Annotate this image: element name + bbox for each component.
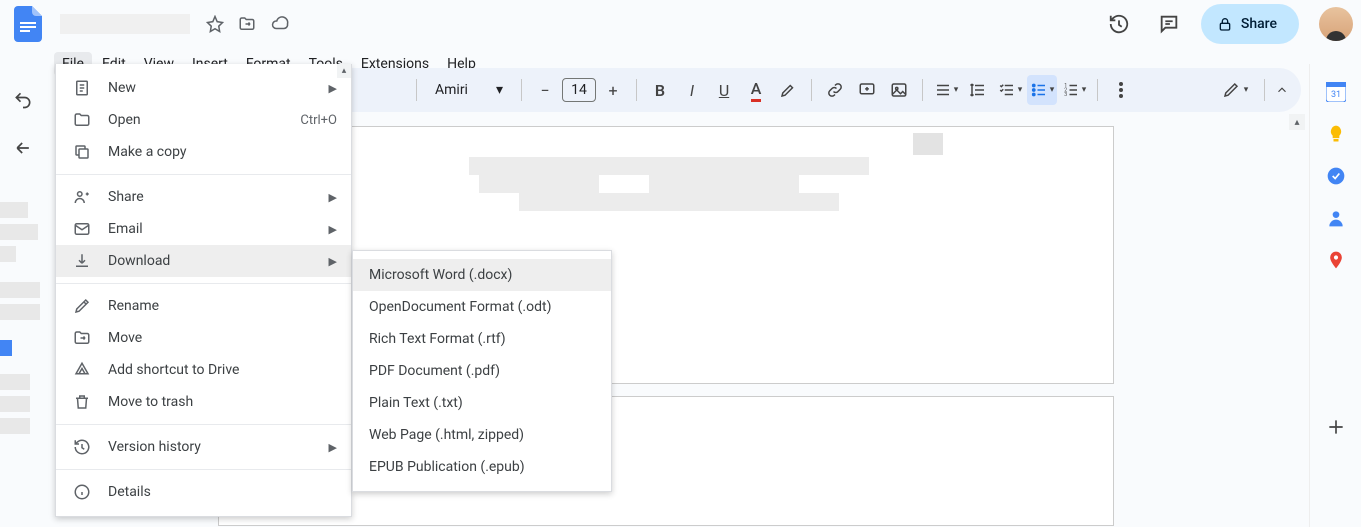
- cloud-icon[interactable]: [270, 15, 290, 33]
- highlight-button[interactable]: [773, 75, 803, 105]
- menu-label: Email: [108, 221, 143, 237]
- docs-logo[interactable]: [8, 4, 48, 44]
- font-size-input[interactable]: 14: [562, 78, 596, 102]
- maps-app-icon[interactable]: [1326, 250, 1346, 270]
- share-button[interactable]: Share: [1201, 4, 1299, 44]
- image-button[interactable]: [884, 75, 914, 105]
- tasks-app-icon[interactable]: [1326, 166, 1346, 186]
- keep-app-icon[interactable]: [1326, 124, 1346, 144]
- side-panel: 31: [1309, 64, 1361, 527]
- history-icon: [72, 438, 92, 456]
- menu-label: Make a copy: [108, 144, 187, 160]
- download-icon: [72, 252, 92, 270]
- link-button[interactable]: [820, 75, 850, 105]
- lock-icon: [1217, 16, 1233, 32]
- back-button[interactable]: [5, 130, 41, 166]
- rename-icon: [72, 297, 92, 315]
- submenu-arrow-icon: ▶: [329, 255, 337, 268]
- shortcut-label: Ctrl+O: [300, 113, 337, 128]
- share-label: Share: [1241, 16, 1277, 32]
- submenu-item-odt[interactable]: OpenDocument Format (.odt): [353, 291, 611, 323]
- drive-shortcut-icon: [72, 361, 92, 379]
- menu-item-details[interactable]: Details: [56, 476, 351, 508]
- more-button[interactable]: [1106, 75, 1136, 105]
- folder-icon: [72, 111, 92, 129]
- menu-label: Download: [108, 253, 170, 269]
- editing-mode-button[interactable]: ▾: [1220, 75, 1250, 105]
- menu-label: Rename: [108, 298, 159, 314]
- underline-button[interactable]: U: [709, 75, 739, 105]
- align-button[interactable]: ▾: [931, 75, 961, 105]
- menu-item-share[interactable]: Share ▶: [56, 181, 351, 213]
- svg-text:3: 3: [1064, 92, 1067, 98]
- undo-button[interactable]: [5, 82, 41, 118]
- scroll-up-button[interactable]: ▴: [1289, 114, 1305, 130]
- info-icon: [72, 483, 92, 501]
- add-addon-button[interactable]: [1326, 417, 1346, 437]
- increase-font-icon[interactable]: +: [598, 75, 628, 105]
- copy-icon: [72, 143, 92, 161]
- menu-item-email[interactable]: Email ▶: [56, 213, 351, 245]
- menu-label: Share: [108, 189, 144, 205]
- email-icon: [72, 220, 92, 238]
- menu-label: Move to trash: [108, 394, 193, 410]
- outline-stubs: [0, 196, 40, 440]
- menu-label: New: [108, 80, 136, 96]
- submenu-item-txt[interactable]: Plain Text (.txt): [353, 387, 611, 419]
- collapse-toolbar-button[interactable]: [1264, 79, 1289, 101]
- submenu-item-html[interactable]: Web Page (.html, zipped): [353, 419, 611, 451]
- submenu-arrow-icon: ▶: [329, 191, 337, 204]
- menu-item-new[interactable]: New ▶: [56, 72, 351, 104]
- font-select[interactable]: Amiri ▾: [425, 82, 513, 98]
- decrease-font-icon[interactable]: −: [530, 75, 560, 105]
- menu-item-rename[interactable]: Rename: [56, 290, 351, 322]
- new-doc-icon: [72, 79, 92, 97]
- checklist-button[interactable]: ▾: [995, 75, 1025, 105]
- menu-item-make-copy[interactable]: Make a copy: [56, 136, 351, 168]
- menu-label: Details: [108, 484, 151, 500]
- bullet-list-button[interactable]: ▾: [1027, 75, 1057, 105]
- menu-item-add-shortcut[interactable]: Add shortcut to Drive: [56, 354, 351, 386]
- font-name: Amiri: [435, 82, 468, 98]
- share-people-icon: [72, 188, 92, 206]
- trash-icon: [72, 393, 92, 411]
- file-menu-dropdown: ▴ New ▶ Open Ctrl+O Make a copy Share ▶ …: [55, 64, 352, 517]
- menu-item-move-trash[interactable]: Move to trash: [56, 386, 351, 418]
- contacts-app-icon[interactable]: [1326, 208, 1346, 228]
- comments-icon[interactable]: [1151, 6, 1187, 42]
- submenu-item-epub[interactable]: EPUB Publication (.epub): [353, 451, 611, 483]
- menu-item-open[interactable]: Open Ctrl+O: [56, 104, 351, 136]
- submenu-item-rtf[interactable]: Rich Text Format (.rtf): [353, 323, 611, 355]
- history-icon[interactable]: [1101, 6, 1137, 42]
- menu-label: Add shortcut to Drive: [108, 362, 239, 378]
- submenu-arrow-icon: ▶: [329, 82, 337, 95]
- chevron-down-icon: ▾: [496, 82, 503, 98]
- menu-item-move[interactable]: Move: [56, 322, 351, 354]
- menu-label: Open: [108, 112, 141, 128]
- move-icon: [72, 329, 92, 347]
- submenu-item-pdf[interactable]: PDF Document (.pdf): [353, 355, 611, 387]
- line-spacing-button[interactable]: [963, 75, 993, 105]
- menu-label: Version history: [108, 439, 201, 455]
- italic-button[interactable]: I: [677, 75, 707, 105]
- star-icon[interactable]: [206, 15, 224, 33]
- move-folder-icon[interactable]: [238, 15, 256, 33]
- numbered-list-button[interactable]: 123▾: [1059, 75, 1089, 105]
- text-color-button[interactable]: A: [741, 75, 771, 105]
- comment-button[interactable]: [852, 75, 882, 105]
- avatar[interactable]: [1319, 7, 1353, 41]
- bold-button[interactable]: B: [645, 75, 675, 105]
- calendar-app-icon[interactable]: 31: [1326, 82, 1346, 102]
- download-submenu: Microsoft Word (.docx) OpenDocument Form…: [352, 250, 612, 492]
- submenu-arrow-icon: ▶: [329, 441, 337, 454]
- document-title[interactable]: [60, 14, 190, 34]
- menu-item-version-history[interactable]: Version history ▶: [56, 431, 351, 463]
- menu-item-download[interactable]: Download ▶: [56, 245, 351, 277]
- submenu-item-docx[interactable]: Microsoft Word (.docx): [353, 259, 611, 291]
- menu-label: Move: [108, 330, 142, 346]
- svg-text:31: 31: [1330, 90, 1340, 100]
- submenu-arrow-icon: ▶: [329, 223, 337, 236]
